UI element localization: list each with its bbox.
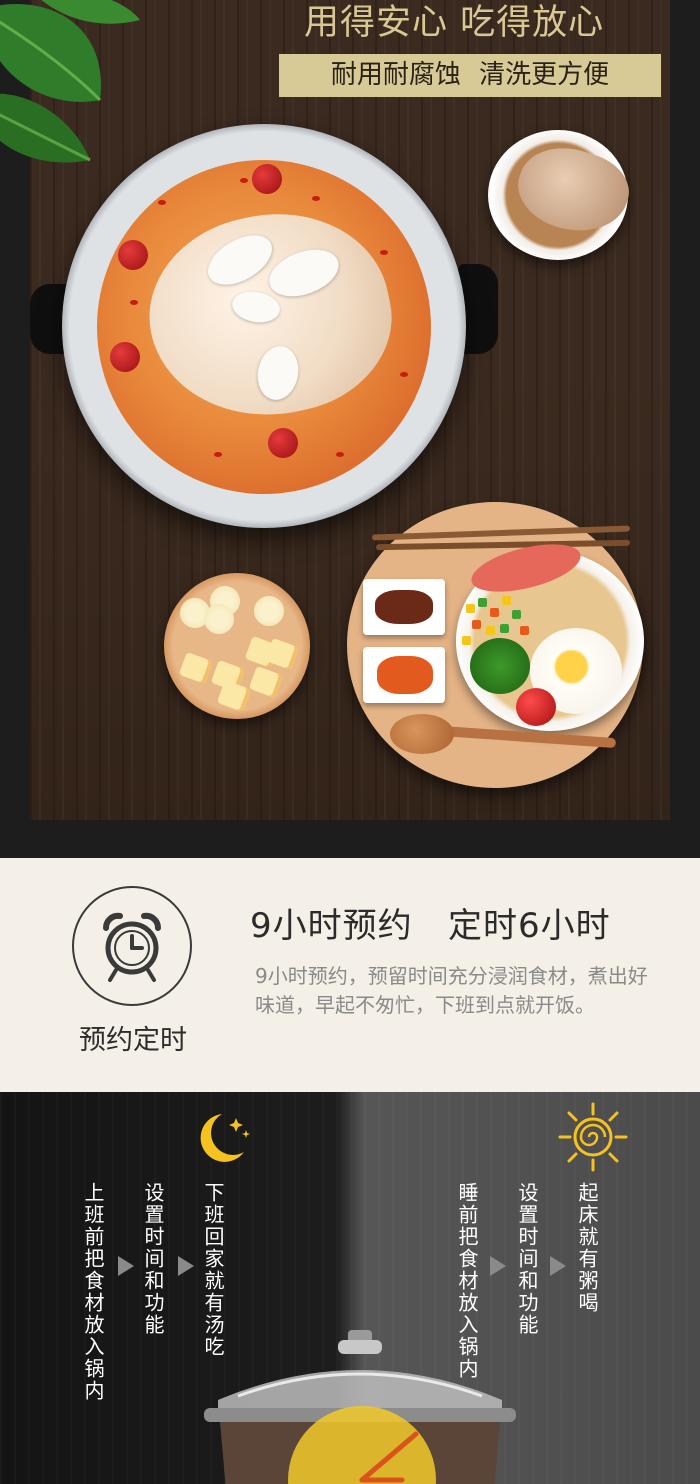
corn	[486, 626, 495, 635]
banana-slice	[204, 604, 234, 634]
goji-berry	[380, 250, 388, 255]
hero-subtitle-bar: 耐用耐腐蚀 清洗更方便	[279, 54, 661, 97]
goji-berry	[400, 372, 408, 377]
corn	[502, 596, 511, 605]
carrot	[520, 626, 529, 635]
goji-berry	[130, 300, 138, 305]
hero-headline: 用得安心 吃得放心	[304, 3, 605, 43]
goji-berry	[214, 452, 222, 457]
goji-berry	[336, 452, 344, 457]
corn	[466, 604, 475, 613]
hero-section: 用得安心 吃得放心 耐用耐腐蚀 清洗更方便	[0, 0, 700, 858]
arrow-right-icon	[490, 1256, 506, 1276]
alarm-clock-icon	[102, 912, 162, 982]
day-step-3: 起床就有粥喝	[575, 1182, 599, 1314]
carrot	[472, 620, 481, 629]
arrow-right-icon	[550, 1256, 566, 1276]
goji-berry	[158, 200, 166, 205]
corn	[462, 636, 471, 645]
night-step-2: 设置时间和功能	[141, 1182, 165, 1336]
carrot	[490, 608, 499, 617]
leaf-icon	[0, 0, 140, 163]
pickled-vegetable	[375, 590, 433, 624]
arrow-right-icon	[118, 1256, 134, 1276]
night-step-1: 上班前把食材放入锅内	[81, 1182, 105, 1402]
red-date	[118, 240, 148, 270]
pea	[500, 624, 509, 633]
day-step-2: 设置时间和功能	[515, 1182, 539, 1336]
cherry-tomato	[516, 688, 556, 726]
pea	[478, 598, 487, 607]
goji-berry	[312, 196, 320, 201]
kimchi	[377, 656, 433, 694]
red-date	[252, 164, 282, 194]
banana-slice	[254, 596, 284, 626]
red-date	[268, 428, 298, 458]
red-date	[110, 342, 140, 372]
feature-title: 9小时预约 定时6小时	[250, 906, 611, 946]
sun-icon	[558, 1102, 628, 1172]
goji-berry	[240, 178, 248, 183]
broccoli	[470, 638, 530, 694]
slow-cooker	[204, 1330, 516, 1484]
feature-description: 9小时预约，预留时间充分浸润食材，煮出好味道，早起不匆忙，下班到点就开饭。	[255, 964, 648, 1017]
pea	[512, 610, 521, 619]
clock-icon-label: 预约定时	[79, 1025, 187, 1056]
wooden-spoon	[390, 714, 454, 754]
arrow-right-icon	[178, 1256, 194, 1276]
moon-icon	[200, 1114, 250, 1162]
